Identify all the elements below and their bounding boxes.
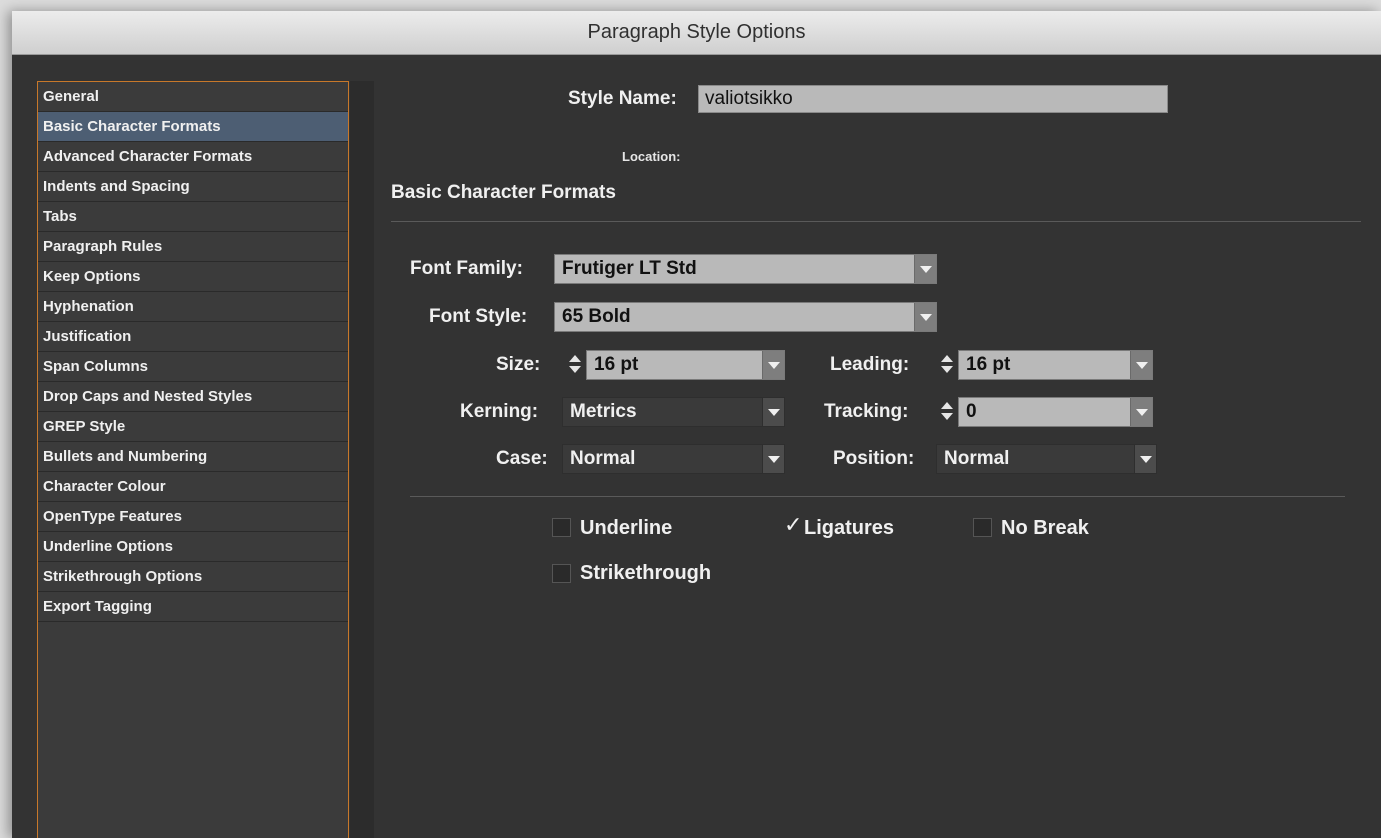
size-stepper-icon[interactable] bbox=[566, 350, 584, 380]
location-label: Location: bbox=[622, 149, 681, 164]
sidebar-item[interactable]: Paragraph Rules bbox=[38, 232, 348, 262]
sidebar-item[interactable]: Keep Options bbox=[38, 262, 348, 292]
underline-label[interactable]: Underline bbox=[580, 517, 672, 540]
no-break-label[interactable]: No Break bbox=[1001, 517, 1089, 540]
position-dropdown[interactable]: Normal bbox=[936, 444, 1157, 474]
tracking-label: Tracking: bbox=[824, 401, 909, 422]
sidebar-item[interactable]: Span Columns bbox=[38, 352, 348, 382]
sidebar-item[interactable]: Drop Caps and Nested Styles bbox=[38, 382, 348, 412]
position-value: Normal bbox=[944, 448, 1010, 469]
font-family-value: Frutiger LT Std bbox=[562, 258, 697, 279]
sidebar-item[interactable]: Bullets and Numbering bbox=[38, 442, 348, 472]
sidebar-item[interactable]: Export Tagging bbox=[38, 592, 348, 622]
section-title: Basic Character Formats bbox=[391, 182, 616, 203]
kerning-label: Kerning: bbox=[460, 401, 539, 422]
font-family-dropdown[interactable]: Frutiger LT Std bbox=[554, 254, 937, 284]
chevron-down-icon[interactable] bbox=[1130, 351, 1152, 379]
font-style-label: Font Style: bbox=[429, 306, 528, 327]
style-name-label: Style Name: bbox=[568, 88, 677, 109]
kerning-value: Metrics bbox=[570, 401, 637, 422]
size-combobox[interactable]: 16 pt bbox=[586, 350, 785, 380]
chevron-down-icon[interactable] bbox=[1134, 445, 1156, 473]
leading-label: Leading: bbox=[830, 354, 910, 375]
tracking-combobox[interactable]: 0 bbox=[958, 397, 1153, 427]
font-style-value: 65 Bold bbox=[562, 306, 631, 327]
window-title: Paragraph Style Options bbox=[587, 21, 806, 43]
tracking-value: 0 bbox=[966, 401, 977, 422]
sidebar-scroll-track bbox=[350, 81, 374, 838]
strikethrough-label[interactable]: Strikethrough bbox=[580, 562, 711, 585]
sidebar-item[interactable]: GREP Style bbox=[38, 412, 348, 442]
sidebar-item[interactable]: Basic Character Formats bbox=[38, 112, 348, 142]
size-label: Size: bbox=[496, 354, 541, 375]
chevron-down-icon[interactable] bbox=[1130, 398, 1152, 426]
size-value: 16 pt bbox=[594, 354, 639, 375]
category-sidebar: General Basic Character Formats Advanced C… bbox=[37, 81, 349, 838]
sidebar-item[interactable]: Character Colour bbox=[38, 472, 348, 502]
leading-combobox[interactable]: 16 pt bbox=[958, 350, 1153, 380]
sidebar-item[interactable]: OpenType Features bbox=[38, 502, 348, 532]
style-name-input[interactable] bbox=[698, 85, 1168, 113]
sidebar-item[interactable]: Tabs bbox=[38, 202, 348, 232]
kerning-dropdown[interactable]: Metrics bbox=[562, 397, 785, 427]
underline-checkbox[interactable] bbox=[552, 518, 571, 537]
strikethrough-checkbox[interactable] bbox=[552, 564, 571, 583]
options-divider bbox=[410, 496, 1345, 497]
sidebar-item[interactable]: General bbox=[38, 82, 348, 112]
case-dropdown[interactable]: Normal bbox=[562, 444, 785, 474]
tracking-stepper-icon[interactable] bbox=[938, 397, 956, 427]
chevron-down-icon[interactable] bbox=[914, 255, 936, 283]
sidebar-item[interactable]: Advanced Character Formats bbox=[38, 142, 348, 172]
ligatures-checkbox[interactable]: ✓ bbox=[784, 513, 802, 538]
case-label: Case: bbox=[496, 448, 548, 469]
main-panel: Style Name: Location: Basic Character Fo… bbox=[374, 55, 1381, 838]
sidebar-item[interactable]: Indents and Spacing bbox=[38, 172, 348, 202]
font-family-label: Font Family: bbox=[410, 258, 523, 279]
chevron-down-icon[interactable] bbox=[914, 303, 936, 331]
chevron-down-icon[interactable] bbox=[762, 445, 784, 473]
sidebar-item[interactable]: Hyphenation bbox=[38, 292, 348, 322]
font-style-dropdown[interactable]: 65 Bold bbox=[554, 302, 937, 332]
title-bar[interactable]: Paragraph Style Options bbox=[12, 11, 1381, 55]
paragraph-style-options-dialog: Paragraph Style Options General Basic Cha… bbox=[12, 11, 1381, 838]
category-list: General Basic Character Formats Advanced C… bbox=[38, 82, 348, 622]
chevron-down-icon[interactable] bbox=[762, 351, 784, 379]
case-value: Normal bbox=[570, 448, 636, 469]
leading-value: 16 pt bbox=[966, 354, 1011, 375]
sidebar-item[interactable]: Strikethrough Options bbox=[38, 562, 348, 592]
section-divider bbox=[391, 221, 1361, 222]
position-label: Position: bbox=[833, 448, 915, 469]
no-break-checkbox[interactable] bbox=[973, 518, 992, 537]
sidebar-item[interactable]: Underline Options bbox=[38, 532, 348, 562]
chevron-down-icon[interactable] bbox=[762, 398, 784, 426]
ligatures-label[interactable]: Ligatures bbox=[804, 517, 894, 540]
sidebar-item[interactable]: Justification bbox=[38, 322, 348, 352]
leading-stepper-icon[interactable] bbox=[938, 350, 956, 380]
